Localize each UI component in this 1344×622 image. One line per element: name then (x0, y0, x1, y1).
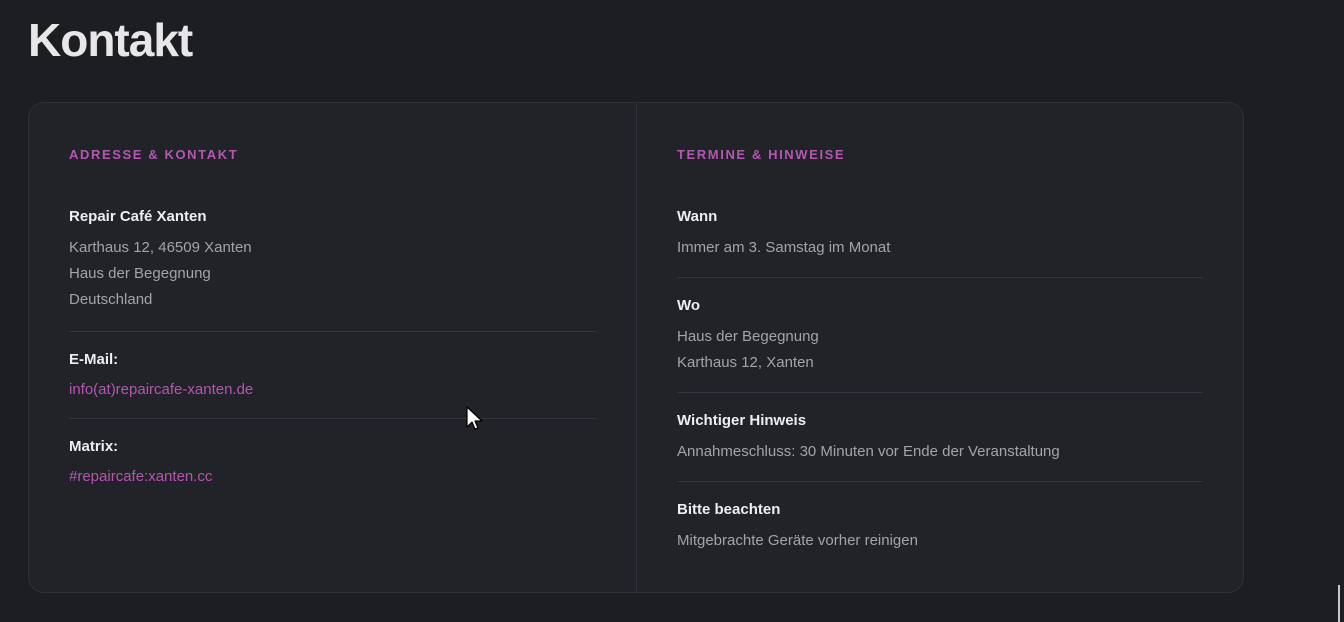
when-label: Wann (677, 208, 718, 225)
mouse-cursor-icon (466, 406, 483, 430)
dates-notes-heading: Termine & Hinweise (677, 147, 846, 162)
please-note-block: Bitte beachten Mitgebrachte Geräte vorhe… (677, 482, 1203, 554)
please-note-text: Mitgebrachte Geräte vorher reinigen (677, 532, 918, 549)
scrollbar-thumb[interactable] (1338, 585, 1340, 622)
when-block: Wann Immer am 3. Samstag im Monat (677, 207, 1203, 278)
where-label: Wo (677, 297, 701, 314)
important-note-label: Wichtiger Hinweis (677, 412, 807, 429)
address-contact-column: Adresse & Kontakt Repair Café Xanten Kar… (29, 103, 637, 592)
email-label: E-Mail: (69, 351, 119, 368)
matrix-link[interactable]: #repaircafe:xanten.cc (69, 468, 212, 485)
please-note-label: Bitte beachten (677, 501, 781, 518)
address-line: Karthaus 12, 46509 Xanten (69, 239, 252, 256)
email-block: E-Mail: info(at)repaircafe-xanten.de (69, 332, 596, 419)
when-text: Immer am 3. Samstag im Monat (677, 239, 891, 256)
address-line: Deutschland (69, 291, 153, 308)
contact-card: Adresse & Kontakt Repair Café Xanten Kar… (28, 102, 1244, 593)
important-note-block: Wichtiger Hinweis Annahmeschluss: 30 Min… (677, 393, 1203, 482)
matrix-block: Matrix: #repaircafe:xanten.cc (69, 419, 596, 487)
address-block: Repair Café Xanten Karthaus 12, 46509 Xa… (69, 207, 596, 332)
dates-notes-column: Termine & Hinweise Wann Immer am 3. Sams… (637, 103, 1243, 592)
where-text: Haus der Begegnung (677, 328, 819, 345)
page-title: Kontakt (28, 14, 193, 66)
address-line: Haus der Begegnung (69, 265, 211, 282)
where-block: Wo Haus der Begegnung Karthaus 12, Xante… (677, 278, 1203, 393)
important-note-text: Annahmeschluss: 30 Minuten vor Ende der … (677, 443, 1060, 460)
where-text: Karthaus 12, Xanten (677, 354, 814, 371)
page: Kontakt Adresse & Kontakt Repair Café Xa… (0, 0, 1344, 622)
matrix-label: Matrix: (69, 438, 119, 455)
email-link[interactable]: info(at)repaircafe-xanten.de (69, 381, 253, 398)
org-name: Repair Café Xanten (69, 208, 207, 225)
address-contact-heading: Adresse & Kontakt (69, 147, 239, 162)
